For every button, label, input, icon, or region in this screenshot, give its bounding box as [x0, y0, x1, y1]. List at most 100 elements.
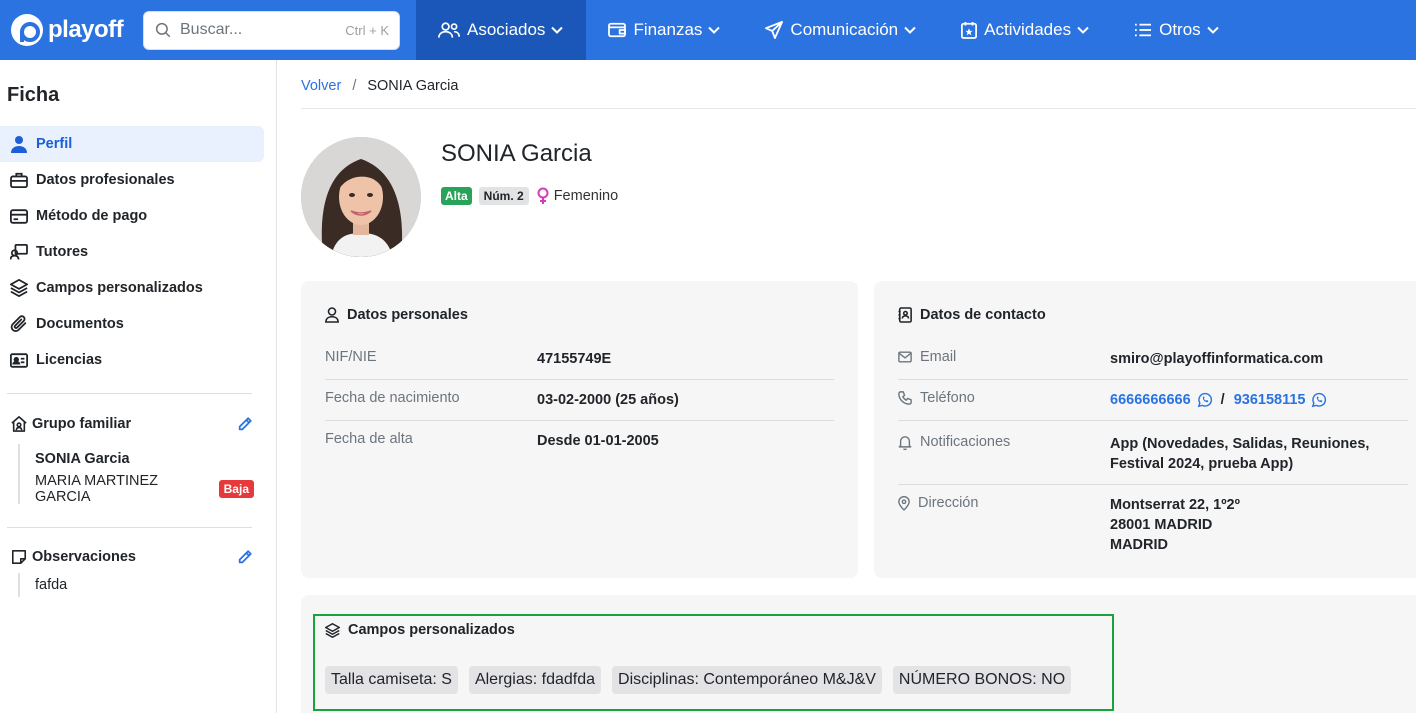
sidebar-item-datos-profesionales[interactable]: Datos profesionales: [0, 162, 264, 198]
sidebar-item-label: Perfil: [36, 136, 73, 152]
nav-finanzas[interactable]: Finanzas: [586, 0, 743, 60]
custom-field-chip: Talla camiseta: S: [325, 666, 458, 694]
custom-fields-title: Campos personalizados: [325, 622, 515, 638]
notifications-label-wrap: Notificaciones: [898, 434, 1010, 450]
sidebar-item-label: Tutores: [36, 244, 89, 260]
sidebar-item-campos-personalizados[interactable]: Campos personalizados: [0, 270, 264, 306]
layers-icon: [325, 622, 340, 638]
chevron-down-icon: [551, 26, 564, 34]
address-value: Montserrat 22, 1º2º 28001 MADRID MADRID: [1110, 495, 1240, 555]
row-divider: [898, 420, 1408, 421]
sidebar-divider: [7, 527, 252, 528]
wallet-icon: [608, 22, 627, 38]
family-group-title: Grupo familiar: [11, 416, 131, 432]
edit-family-pencil-icon[interactable]: [237, 416, 253, 432]
send-icon: [765, 21, 784, 39]
nif-value: 47155749E: [537, 351, 612, 367]
logo-text: playoff: [48, 16, 124, 43]
phone-1-link[interactable]: 6666666666: [1110, 390, 1191, 410]
personal-row-birthdate: Fecha de nacimiento 03-02-2000 (25 años): [325, 390, 834, 410]
whatsapp-icon[interactable]: [1197, 392, 1213, 408]
search-input[interactable]: [180, 21, 346, 39]
gender-label: Femenino: [553, 188, 619, 204]
chevron-down-icon: [708, 26, 721, 34]
paperclip-icon: [10, 315, 27, 332]
sidebar-item-licencias[interactable]: Licencias: [0, 342, 264, 378]
family-member[interactable]: MARIA MARTINEZ GARCIA Baja: [35, 473, 254, 505]
layers-icon: [10, 279, 28, 297]
bell-icon: [898, 435, 912, 450]
sidebar-item-tutores[interactable]: Tutores: [0, 234, 264, 270]
family-members-list: SONIA Garcia MARIA MARTINEZ GARCIA Baja: [18, 444, 254, 505]
main-nav: Asociados Finanzas Comunicación Activida…: [416, 0, 1242, 60]
map-pin-icon: [898, 495, 910, 511]
tutor-icon: [10, 244, 28, 260]
personal-row-nif: NIF/NIE 47155749E: [325, 349, 834, 369]
nav-otros[interactable]: Otros: [1112, 0, 1242, 60]
phone-2-link[interactable]: 936158115: [1234, 390, 1306, 410]
nav-asociados-label: Asociados: [467, 20, 546, 39]
phone-values: 6666666666 / 936158115: [1110, 390, 1327, 410]
logo-mark-icon: [11, 14, 43, 46]
search-shortcut: Ctrl + K: [345, 22, 389, 38]
gender: Femenino: [537, 187, 618, 205]
personal-data-card: [301, 281, 858, 578]
sidebar-item-metodo-pago[interactable]: Método de pago: [0, 198, 264, 234]
logo[interactable]: playoff: [11, 14, 136, 46]
edit-observations-pencil-icon[interactable]: [237, 549, 253, 565]
envelope-icon: [898, 351, 912, 363]
search-box[interactable]: Ctrl + K: [143, 10, 400, 50]
status-badge-baja: Baja: [218, 480, 254, 498]
sidebar-item-label: Licencias: [36, 352, 103, 368]
sidebar-item-label: Método de pago: [36, 208, 148, 224]
contact-row-email: Email smiro@playoffinformatica.com: [898, 349, 1408, 369]
sidebar-menu: Perfil Datos profesionales Método de pag…: [0, 126, 264, 378]
breadcrumb-current: SONIA Garcia: [367, 78, 459, 94]
nav-asociados[interactable]: Asociados: [416, 0, 587, 60]
contact-data-title: Datos de contacto: [898, 307, 1046, 323]
contact-row-address: Dirección Montserrat 22, 1º2º 28001 MADR…: [898, 495, 1408, 555]
list-icon: [1135, 23, 1152, 37]
whatsapp-icon[interactable]: [1311, 392, 1327, 408]
observations-label: Observaciones: [32, 549, 136, 565]
birthdate-label: Fecha de nacimiento: [325, 390, 460, 406]
breadcrumb-back-link[interactable]: Volver: [301, 78, 341, 94]
house-users-icon: [11, 416, 27, 432]
notifications-line-1: App (Novedades, Salidas, Reuniones,: [1110, 436, 1370, 452]
sidebar-item-documentos[interactable]: Documentos: [0, 306, 264, 342]
status-badge-alta: Alta: [441, 187, 472, 205]
breadcrumb-divider: [301, 108, 1416, 109]
avatar[interactable]: [301, 137, 421, 257]
phone-icon: [898, 391, 912, 405]
observations-title: Observaciones: [11, 549, 136, 565]
family-member[interactable]: SONIA Garcia: [35, 444, 254, 474]
contact-book-icon: [898, 307, 912, 323]
address-line-2: 28001 MADRID: [1110, 517, 1213, 533]
profile-tags: Alta Núm. 2 Femenino: [441, 187, 618, 205]
nav-actividades-label: Actividades: [984, 20, 1072, 39]
email-link[interactable]: smiro@playoffinformatica.com: [1110, 349, 1323, 369]
nav-comunicacion-label: Comunicación: [790, 20, 899, 39]
sidebar-title: Ficha: [7, 84, 60, 106]
phone-label: Teléfono: [920, 390, 975, 406]
row-divider: [325, 420, 834, 421]
notifications-line-2: Festival 2024, prueba App): [1110, 456, 1294, 472]
users-icon: [438, 22, 460, 38]
credit-card-icon: [10, 208, 28, 224]
custom-fields-label: Campos personalizados: [348, 622, 515, 638]
family-group-label: Grupo familiar: [32, 416, 132, 432]
row-divider: [325, 379, 834, 380]
address-line-3: MADRID: [1110, 537, 1168, 553]
user-outline-icon: [325, 307, 339, 323]
custom-field-chip: Alergias: fdadfda: [468, 666, 602, 694]
contact-row-notifications: Notificaciones App (Novedades, Salidas, …: [898, 434, 1408, 474]
chevron-down-icon: [1077, 26, 1089, 34]
family-member-name: MARIA MARTINEZ GARCIA: [35, 473, 158, 505]
signup-date-label: Fecha de alta: [325, 431, 413, 447]
nav-actividades[interactable]: Actividades: [939, 0, 1112, 60]
notifications-label: Notificaciones: [920, 434, 1011, 450]
nav-finanzas-label: Finanzas: [633, 20, 703, 39]
sidebar-item-perfil[interactable]: Perfil: [0, 126, 264, 162]
search-icon: [155, 22, 171, 38]
nav-comunicacion[interactable]: Comunicación: [743, 0, 939, 60]
